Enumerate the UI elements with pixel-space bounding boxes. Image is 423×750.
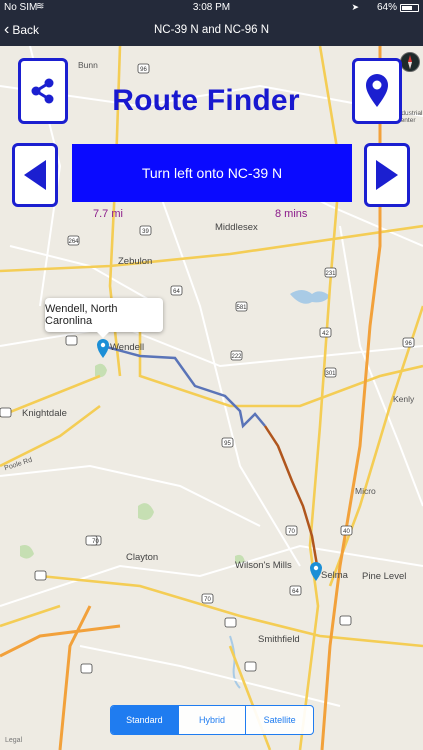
location-services-icon: ➤ [351, 2, 359, 12]
route-shield-label: 95 [224, 441, 231, 447]
battery-percent: 64% [376, 2, 397, 13]
legal-link[interactable]: Legal [5, 737, 22, 744]
pin-callout[interactable]: Wendell, North Caronlina [45, 298, 163, 338]
route-shield-label: 70 [204, 597, 211, 603]
route-shield-label: 64 [173, 289, 180, 295]
route-shield-label: 222 [231, 354, 242, 360]
place-label: Smithfield [258, 634, 300, 645]
place-label: Zebulon [118, 256, 153, 267]
route-shield-label: 581 [236, 305, 247, 311]
route-shield-label: 39 [142, 229, 149, 235]
route-shield-label: 64 [292, 589, 299, 595]
route-shield-label: 70 [288, 529, 295, 535]
clock: 3:08 PM [192, 2, 231, 13]
map-type-satellite[interactable]: Satellite [246, 706, 313, 734]
step-duration: 8 mins [275, 208, 308, 220]
place-label: Bunn [78, 60, 98, 70]
app-title: Route Finder [112, 84, 300, 117]
route-shield-label: 40 [343, 529, 350, 535]
status-bar: No SIM ≋ 3:08 PM ➤ 64% [0, 0, 423, 16]
place-label: Kenly [393, 394, 415, 404]
place-label: Pine Level [362, 571, 407, 582]
next-step-button[interactable] [364, 143, 410, 207]
route-shield-label: 96 [140, 67, 147, 73]
previous-step-button[interactable] [12, 143, 58, 207]
share-icon [31, 78, 54, 104]
place-label: Wendell [110, 342, 145, 353]
place-label: Selma [321, 570, 348, 581]
step-distance: 7.7 mi [93, 208, 123, 220]
location-button[interactable] [352, 58, 402, 124]
compass-icon[interactable] [400, 52, 420, 72]
map-pin-icon [366, 74, 388, 107]
map-type-selector: Standard Hybrid Satellite [110, 705, 314, 735]
place-label: Wilson's Mills [235, 560, 292, 571]
direction-instruction: Turn left onto NC-39 N [72, 144, 352, 202]
place-label: Middlesex [215, 222, 258, 233]
battery-icon [400, 4, 419, 12]
route-shield-label: 231 [325, 271, 336, 277]
navigation-bar: ‹ Back NC-39 N and NC-96 N [0, 16, 423, 46]
route-shield-label: 96 [405, 341, 412, 347]
place-label: Knightdale [22, 408, 67, 419]
route-shield-label: 70 [92, 539, 99, 545]
route-shield-label: 301 [325, 371, 336, 377]
route-shield-label: 264 [68, 239, 79, 245]
arrow-left-icon [24, 160, 46, 190]
share-button[interactable] [18, 58, 68, 124]
nav-title: NC-39 N and NC-96 N [153, 24, 270, 36]
map-type-standard[interactable]: Standard [111, 706, 179, 734]
place-label: Micro [355, 486, 376, 496]
route-shield-label: 42 [322, 331, 329, 337]
arrow-right-icon [376, 160, 398, 190]
map-type-hybrid[interactable]: Hybrid [179, 706, 247, 734]
place-label: Clayton [126, 552, 159, 563]
